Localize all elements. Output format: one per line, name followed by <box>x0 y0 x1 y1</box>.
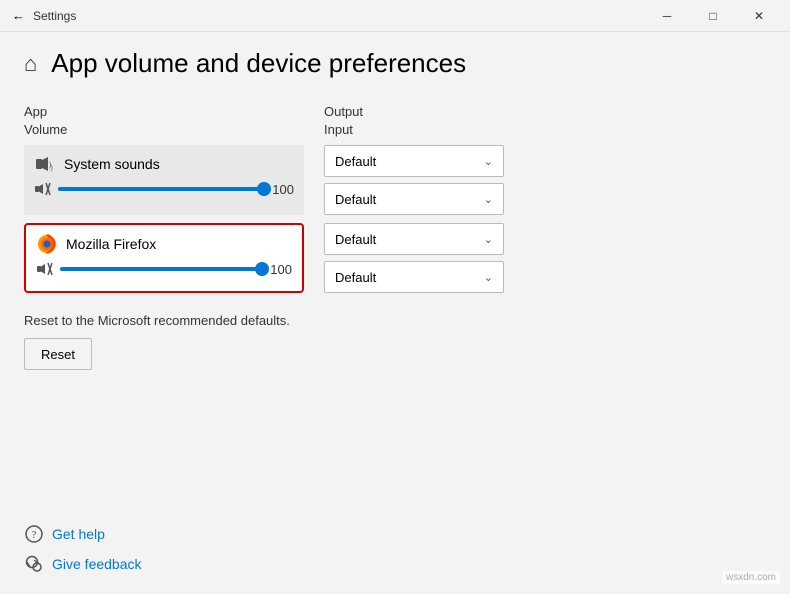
give-feedback-icon <box>24 554 44 574</box>
chevron-down-icon: ⌄ <box>484 193 493 206</box>
col-app-header: App Volume <box>24 103 304 139</box>
give-feedback-label: Give feedback <box>52 556 142 572</box>
system-sounds-right: Default ⌄ Default ⌄ <box>324 145 504 215</box>
system-sounds-slider[interactable] <box>58 179 264 199</box>
maximize-button[interactable]: □ <box>690 0 736 32</box>
system-sounds-row: ) ) System sounds <box>24 145 766 215</box>
system-sounds-output-value: Default <box>335 154 376 169</box>
col-output-label: Output Input <box>324 103 363 139</box>
firefox-mute-icon[interactable] <box>36 262 54 276</box>
give-feedback-link[interactable]: Give feedback <box>24 554 142 574</box>
system-sounds-volume-value: 100 <box>270 182 294 197</box>
page-header: ⌂ App volume and device preferences <box>24 48 766 79</box>
bottom-links: ? Get help Give feedback <box>24 524 142 574</box>
firefox-volume-row: 100 <box>36 259 292 279</box>
title-bar: ← Settings ─ □ ✕ <box>0 0 790 32</box>
system-sounds-mute-icon[interactable] <box>34 182 52 196</box>
firefox-slider[interactable] <box>60 259 262 279</box>
system-sounds-output-dropdown[interactable]: Default ⌄ <box>324 145 504 177</box>
firefox-input-value: Default <box>335 270 376 285</box>
firefox-volume-value: 100 <box>268 262 292 277</box>
firefox-output-dropdown[interactable]: Default ⌄ <box>324 223 504 255</box>
chevron-down-icon: ⌄ <box>484 155 493 168</box>
get-help-link[interactable]: ? Get help <box>24 524 142 544</box>
get-help-label: Get help <box>52 526 105 542</box>
system-sounds-name: System sounds <box>64 156 160 172</box>
firefox-output-value: Default <box>335 232 376 247</box>
column-headers: App Volume Output Input <box>24 103 766 139</box>
col-app-label: App Volume <box>24 103 304 139</box>
firefox-name-row: Mozilla Firefox <box>36 233 292 255</box>
title-bar-controls: ─ □ ✕ <box>644 0 782 32</box>
firefox-icon <box>36 233 58 255</box>
get-help-icon: ? <box>24 524 44 544</box>
firefox-row: Mozilla Firefox <box>24 223 766 293</box>
reset-section: Reset to the Microsoft recommended defau… <box>24 313 766 370</box>
home-icon: ⌂ <box>24 51 37 77</box>
system-sounds-name-row: ) ) System sounds <box>34 153 294 175</box>
col-output-input-header: Output Input <box>324 103 363 139</box>
firefox-left: Mozilla Firefox <box>24 223 304 293</box>
main-content: ⌂ App volume and device preferences App … <box>0 32 790 394</box>
svg-text:): ) <box>51 165 53 172</box>
firefox-input-dropdown[interactable]: Default ⌄ <box>324 261 504 293</box>
close-button[interactable]: ✕ <box>736 0 782 32</box>
firefox-right: Default ⌄ Default ⌄ <box>324 223 504 293</box>
reset-button[interactable]: Reset <box>24 338 92 370</box>
svg-text:?: ? <box>32 529 37 541</box>
back-button[interactable]: ← <box>12 8 25 23</box>
system-sounds-input-dropdown[interactable]: Default ⌄ <box>324 183 504 215</box>
system-sounds-icon: ) ) <box>34 153 56 175</box>
minimize-button[interactable]: ─ <box>644 0 690 32</box>
title-bar-left: ← Settings <box>12 8 76 23</box>
reset-text: Reset to the Microsoft recommended defau… <box>24 313 766 328</box>
firefox-name: Mozilla Firefox <box>66 236 156 252</box>
chevron-down-icon: ⌄ <box>484 233 493 246</box>
system-sounds-left: ) ) System sounds <box>24 145 304 215</box>
page-title: App volume and device preferences <box>51 48 466 79</box>
watermark: wsxdn.com <box>722 571 780 584</box>
system-sounds-input-value: Default <box>335 192 376 207</box>
title-bar-title: Settings <box>33 9 76 23</box>
system-sounds-volume-row: 100 <box>34 179 294 199</box>
chevron-down-icon: ⌄ <box>484 271 493 284</box>
